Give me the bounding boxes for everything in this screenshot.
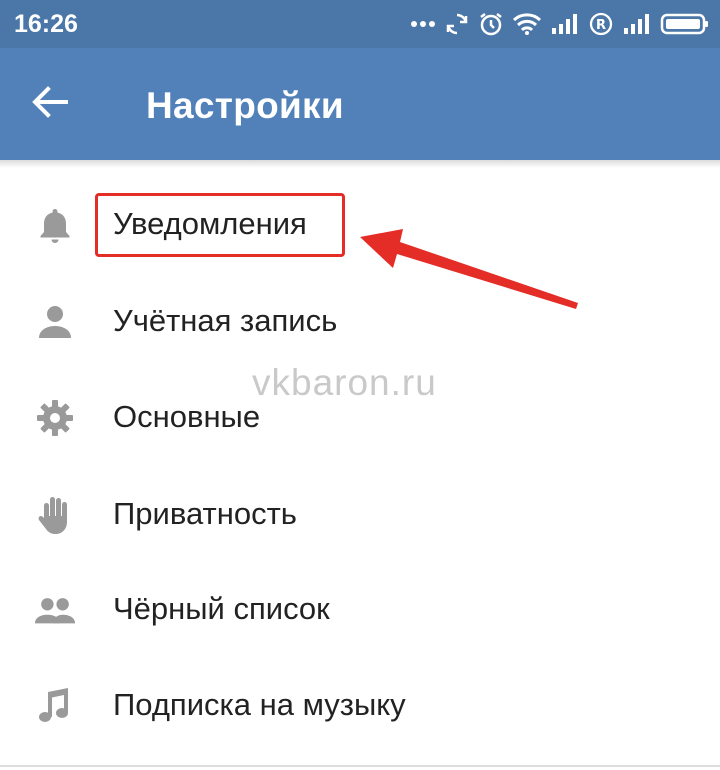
more-dots-icon <box>410 19 436 29</box>
app-bar: Настройки <box>0 48 720 160</box>
menu-item-label: Подписка на музыку <box>113 687 406 722</box>
battery-icon <box>660 12 710 36</box>
people-icon <box>34 589 76 631</box>
person-icon <box>34 301 76 343</box>
status-time: 16:26 <box>14 10 78 38</box>
gear-icon <box>34 397 76 439</box>
signal-icon <box>550 12 580 36</box>
arrow-left-icon <box>30 85 70 124</box>
status-icons: R <box>410 0 710 48</box>
menu-item-blacklist[interactable]: Чёрный список <box>0 561 720 657</box>
highlight-box <box>95 193 345 257</box>
page-title: Настройки <box>146 85 344 126</box>
app-bar-shadow <box>0 160 720 168</box>
svg-text:R: R <box>596 18 606 33</box>
annotation-arrow-icon <box>360 229 578 309</box>
signal-icon <box>622 12 652 36</box>
bottom-divider <box>0 765 720 767</box>
roaming-icon: R <box>588 11 614 37</box>
sync-icon <box>444 11 470 37</box>
hand-icon <box>34 494 76 536</box>
menu-item-label: Основные <box>113 399 261 434</box>
alarm-icon <box>478 11 504 37</box>
menu-item-label: Приватность <box>113 496 297 531</box>
status-bar: 16:26 R <box>0 0 720 48</box>
bell-icon <box>34 204 76 246</box>
wifi-icon <box>512 12 542 36</box>
menu-item-privacy[interactable]: Приватность <box>0 466 720 562</box>
menu-item-music-subscription[interactable]: Подписка на музыку <box>0 657 720 753</box>
menu-item-label: Чёрный список <box>113 591 330 626</box>
watermark: vkbaron.ru <box>252 362 437 403</box>
menu-item-label: Учётная запись <box>113 303 338 338</box>
back-button[interactable] <box>22 76 78 132</box>
music-note-icon <box>34 685 76 727</box>
